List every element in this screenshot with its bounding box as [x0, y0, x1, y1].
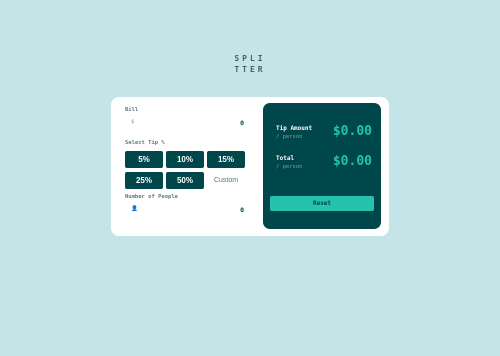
tip-5-button[interactable]: 5%: [125, 151, 163, 168]
input-panel: Bill $ 0 Select Tip % 5% 10% 15% 25% 50%…: [125, 107, 246, 217]
tip-50-button[interactable]: 50%: [166, 172, 204, 189]
total-row: Total / person $0.00: [276, 154, 372, 179]
people-input[interactable]: 👤 0: [125, 203, 246, 217]
people-label: Number of People: [125, 194, 178, 200]
person-icon: 👤: [131, 206, 138, 212]
logo-line-2: TTER: [234, 65, 266, 74]
tip-amount-sub: / person: [276, 134, 303, 140]
tip-amount-row: Tip Amount / person $0.00: [276, 124, 372, 149]
dollar-icon: $: [131, 119, 135, 125]
tip-options: 5% 10% 15% 25% 50% Custom: [125, 151, 246, 189]
total-sub: / person: [276, 164, 303, 170]
total-value: $0.00: [332, 154, 372, 169]
bill-value: 0: [240, 119, 244, 127]
tip-15-button[interactable]: 15%: [207, 151, 245, 168]
reset-button[interactable]: Reset: [270, 196, 374, 211]
tip-amount-value: $0.00: [332, 124, 372, 139]
bill-input[interactable]: $ 0: [125, 116, 246, 130]
total-label: Total: [276, 155, 295, 162]
calculator-card: Bill $ 0 Select Tip % 5% 10% 15% 25% 50%…: [111, 97, 389, 236]
people-value: 0: [240, 206, 244, 214]
app-logo: SPLI TTER: [0, 53, 500, 75]
tip-amount-label: Tip Amount: [276, 125, 313, 132]
logo-line-1: SPLI: [234, 54, 266, 63]
tip-10-button[interactable]: 10%: [166, 151, 204, 168]
select-tip-label: Select Tip %: [125, 140, 165, 146]
custom-tip-input[interactable]: Custom: [207, 172, 245, 189]
result-panel: Tip Amount / person $0.00 Total / person…: [263, 103, 381, 229]
bill-label: Bill: [125, 107, 139, 113]
tip-25-button[interactable]: 25%: [125, 172, 163, 189]
